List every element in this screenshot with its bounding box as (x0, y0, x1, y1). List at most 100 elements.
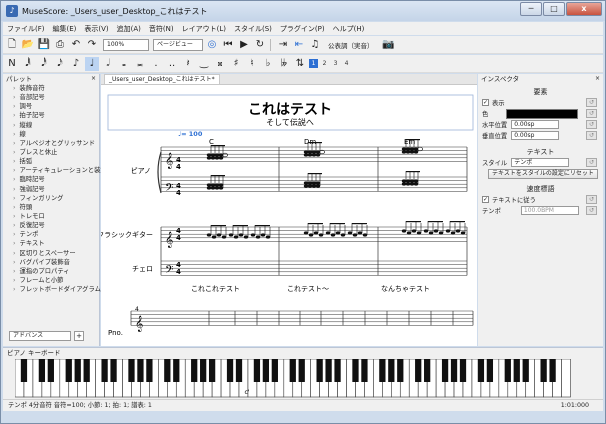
rewind-icon[interactable]: ⏮ (221, 38, 235, 52)
reset-icon[interactable]: ↺ (586, 158, 597, 167)
menu-view[interactable]: 表示(V) (80, 24, 112, 34)
palette-item[interactable]: 拍子記号 (13, 111, 99, 120)
palette-item[interactable]: テキスト (13, 239, 99, 248)
palette-mode-select[interactable]: アドバンス (9, 331, 71, 341)
tie-icon[interactable]: ‿ (197, 57, 211, 71)
follow-text-checkbox[interactable]: ✓ (482, 196, 489, 203)
palette-item[interactable]: 区切りとスペーサー (13, 249, 99, 258)
reset-icon[interactable]: ↺ (586, 109, 597, 118)
voice-1-button[interactable]: 1 (309, 59, 318, 68)
menu-add[interactable]: 追加(A) (113, 24, 145, 34)
loop-in-icon[interactable]: ♫ (308, 38, 322, 52)
new-score-icon[interactable]: 🗋 (5, 38, 19, 52)
double-sharp-icon[interactable]: 𝄪 (213, 57, 227, 71)
save-icon[interactable]: 💾 (37, 38, 51, 52)
64th-note-icon[interactable]: 𝅘𝅥𝅱 (21, 57, 35, 71)
close-button[interactable]: x (566, 2, 602, 16)
palette-item[interactable]: 音部記号 (13, 93, 99, 102)
style-select[interactable]: テンポ (511, 158, 570, 167)
piano-keys[interactable]: c' (15, 359, 573, 398)
maximize-button[interactable]: □ (543, 2, 565, 16)
pan-score-icon[interactable]: ⇤ (292, 38, 306, 52)
palette-item[interactable]: トレモロ (13, 212, 99, 221)
double-dot-icon[interactable]: .. (165, 57, 179, 71)
image-capture-icon[interactable]: 📷 (382, 38, 396, 52)
reset-icon[interactable]: ↺ (586, 98, 597, 107)
rest-icon[interactable]: 𝄽 (181, 57, 195, 71)
close-icon[interactable]: × (595, 74, 600, 84)
reset-icon[interactable]: ↺ (586, 120, 597, 129)
score-view[interactable]: _Users_user_Desktop_これはテスト* これはテスト そして伝説… (101, 74, 477, 346)
view-mode-select[interactable]: ページビュー (153, 38, 203, 51)
menu-help[interactable]: ヘルプ(H) (329, 24, 369, 34)
menu-edit[interactable]: 編集(E) (49, 24, 81, 34)
voice-4-button[interactable]: 4 (342, 59, 351, 68)
flip-direction-icon[interactable]: ⇅ (293, 57, 307, 71)
print-icon[interactable]: ⎙ (53, 38, 67, 52)
palette-item[interactable]: 反復記号 (13, 221, 99, 230)
eighth-note-icon[interactable]: ♪ (69, 57, 83, 71)
sharp-icon[interactable]: ♯ (229, 57, 243, 71)
add-palette-button[interactable]: + (74, 331, 84, 341)
black-key (459, 359, 467, 382)
hpos-input[interactable]: 0.00sp (511, 120, 560, 129)
palette-item[interactable]: アルペジオとグリッサンド (13, 139, 99, 148)
score-tab[interactable]: _Users_user_Desktop_これはテスト* (104, 74, 220, 84)
undo-icon[interactable]: ↶ (69, 38, 83, 52)
play-icon[interactable]: ▶ (237, 38, 251, 52)
menu-notes[interactable]: 音符(N) (145, 24, 178, 34)
palette-item[interactable]: 臨時記号 (13, 175, 99, 184)
flat-icon[interactable]: ♭ (261, 57, 275, 71)
score-canvas[interactable]: これはテスト そして伝説へ ♩= 100 C Dm Em 𝄞 𝄢 𝄞 𝄢 4 4… (101, 85, 477, 346)
palette-item[interactable]: 符頭 (13, 203, 99, 212)
palette-item[interactable]: 運指のプロパティ (13, 267, 99, 276)
close-icon[interactable]: × (91, 74, 96, 84)
reset-icon[interactable]: ↺ (586, 195, 597, 204)
palette-item[interactable]: フレームと小節 (13, 276, 99, 285)
double-whole-icon[interactable]: 𝅜 (133, 57, 147, 71)
zoom-select[interactable]: 100% (103, 38, 149, 51)
loop-icon[interactable]: ↻ (253, 38, 267, 52)
dot-icon[interactable]: . (149, 57, 163, 71)
metronome-icon[interactable]: ⇥ (276, 38, 290, 52)
palette-item[interactable]: 縦線 (13, 121, 99, 130)
palette-item[interactable]: テンポ (13, 230, 99, 239)
note-input-icon[interactable]: N (5, 57, 19, 71)
tempo-input[interactable]: 100.0BPM (520, 206, 579, 215)
vpos-input[interactable]: 0.00sp (511, 131, 560, 140)
concert-pitch-icon[interactable]: ◎ (205, 38, 219, 52)
voice-3-button[interactable]: 3 (331, 59, 340, 68)
voice-2-button[interactable]: 2 (320, 59, 329, 68)
half-note-icon[interactable]: 𝅗𝅥 (101, 57, 115, 71)
menu-file[interactable]: ファイル(F) (3, 24, 49, 34)
32nd-note-icon[interactable]: 𝅘𝅥𝅰 (37, 57, 51, 71)
reset-icon[interactable]: ↺ (586, 131, 597, 140)
concert-pitch-label[interactable]: 公表調（実音） (328, 40, 374, 50)
palette-item[interactable]: 装飾音符 (13, 84, 99, 93)
open-icon[interactable]: 📂 (21, 38, 35, 52)
palette-item[interactable]: フレットボードダイアグラム (13, 285, 101, 294)
color-swatch[interactable] (506, 108, 579, 119)
black-key (388, 359, 395, 382)
menu-plugins[interactable]: プラグイン(P) (276, 24, 329, 34)
palette-item[interactable]: アーティキュレーションと装飾 (13, 166, 107, 175)
palette-item[interactable]: 括弧 (13, 157, 99, 166)
palette-item[interactable]: バグパイプ装飾音 (13, 258, 99, 267)
natural-icon[interactable]: ♮ (245, 57, 259, 71)
minimize-button[interactable]: ─ (520, 2, 542, 16)
palette-item[interactable]: ブレスと休止 (13, 148, 99, 157)
palette-item[interactable]: 調号 (13, 102, 99, 111)
menu-style[interactable]: スタイル(S) (230, 24, 276, 34)
redo-icon[interactable]: ↷ (85, 38, 99, 52)
palette-item[interactable]: 線 (13, 130, 99, 139)
whole-note-icon[interactable]: 𝅝 (117, 57, 131, 71)
quarter-note-icon[interactable]: ♩ (85, 56, 99, 71)
16th-note-icon[interactable]: 𝅘𝅥𝅯 (53, 57, 67, 71)
palette-item[interactable]: 強弱記号 (13, 185, 99, 194)
palette-item[interactable]: フィンガリング (13, 194, 99, 203)
reset-text-style-button[interactable]: テキストをスタイルの設定にリセット (488, 168, 598, 179)
menu-layout[interactable]: レイアウト(L) (178, 24, 230, 34)
double-flat-icon[interactable]: 𝄫 (277, 57, 291, 71)
visible-checkbox[interactable]: ✓ (482, 99, 489, 106)
reset-icon[interactable]: ↺ (586, 206, 597, 215)
